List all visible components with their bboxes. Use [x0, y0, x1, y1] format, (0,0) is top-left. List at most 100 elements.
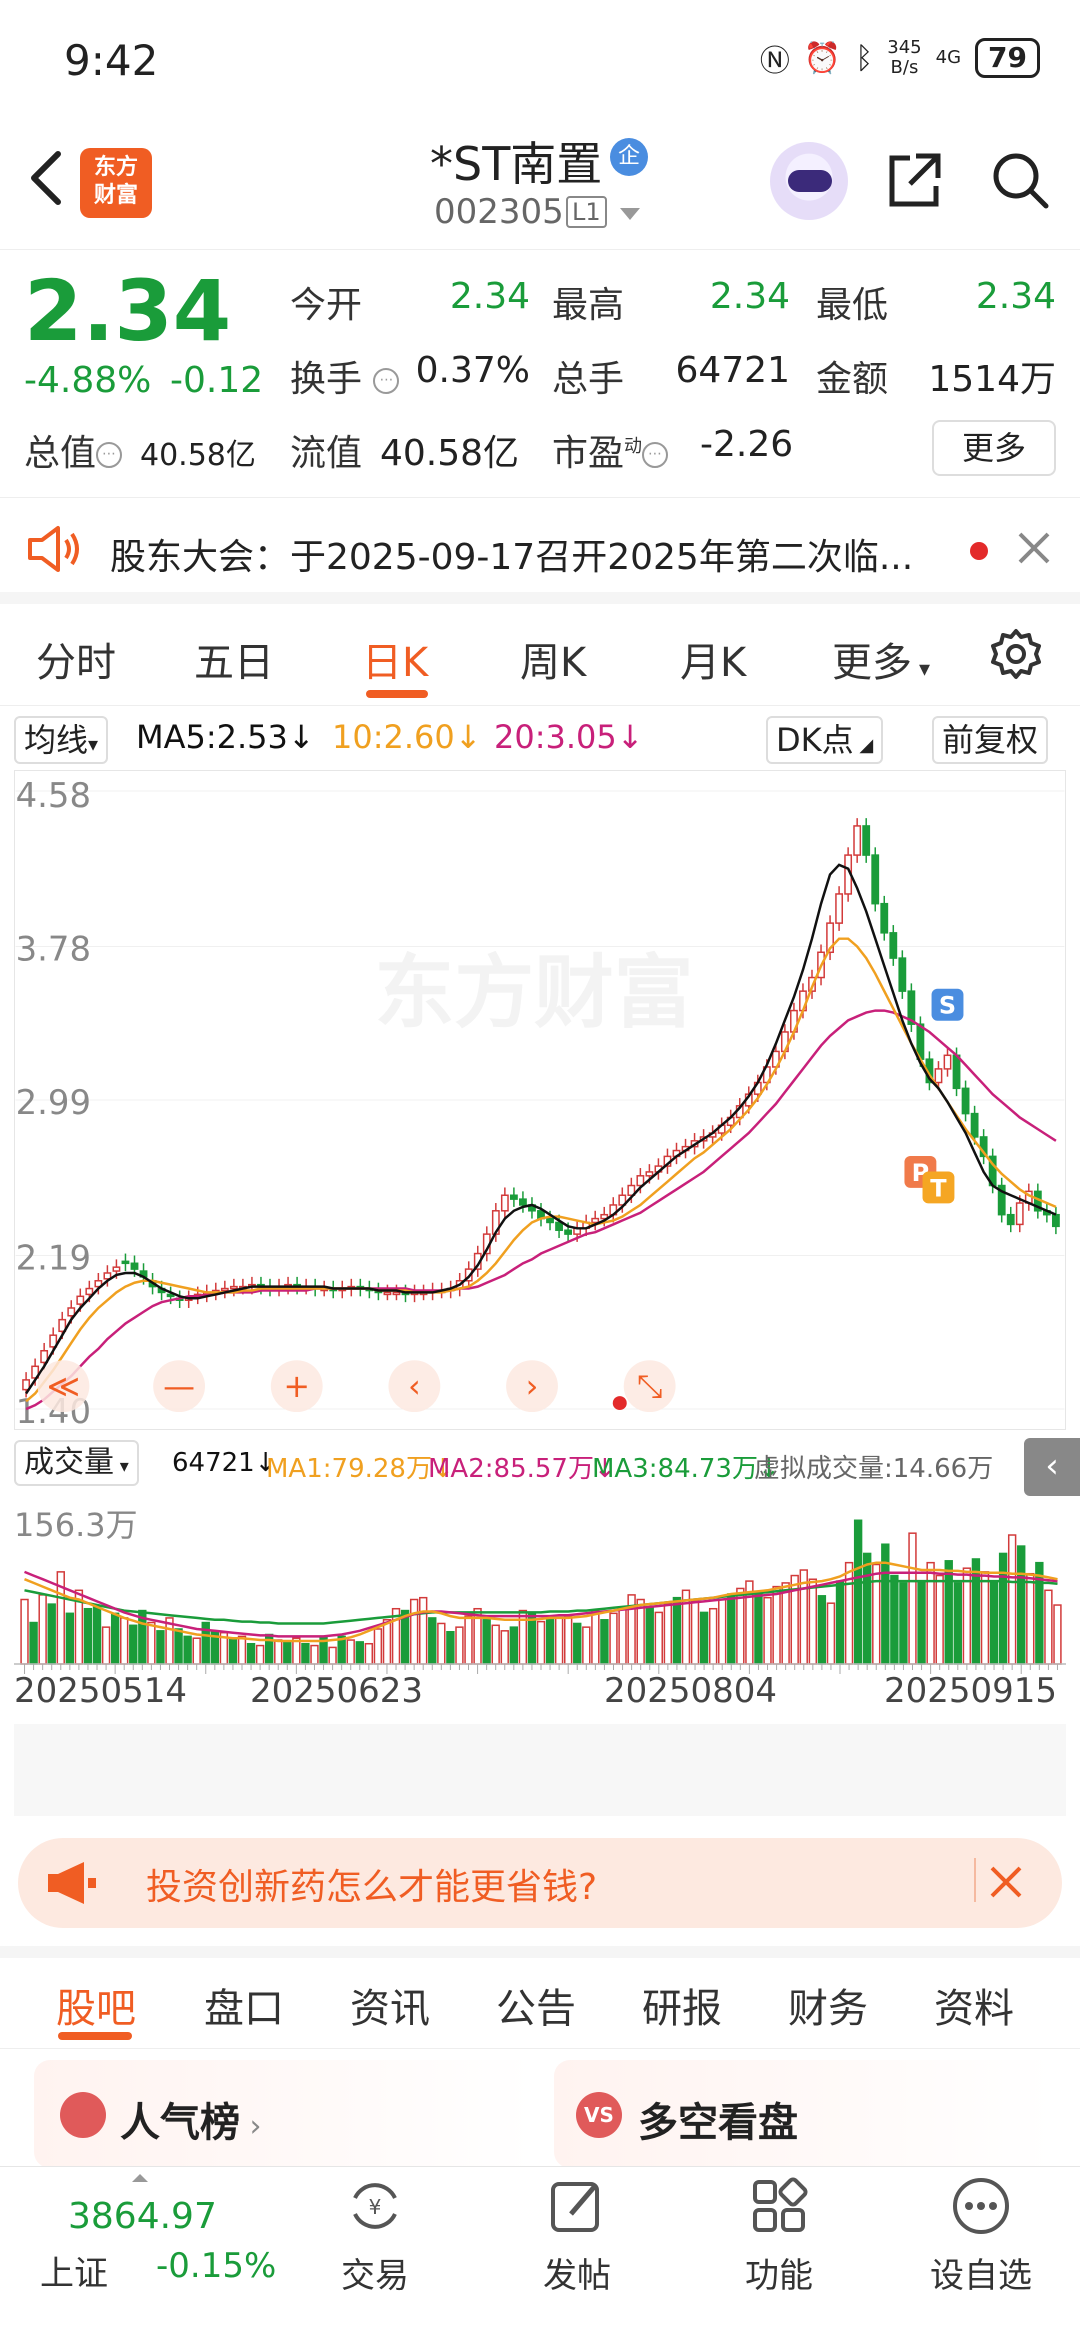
- tab-announcements[interactable]: 公告: [496, 1976, 576, 2034]
- popular-card[interactable]: [34, 2060, 534, 2168]
- volume-value: 64721: [675, 350, 790, 391]
- tab-research[interactable]: 研报: [642, 1976, 722, 2034]
- volume-selector[interactable]: 成交量 ▾: [14, 1440, 139, 1486]
- candle: [392, 1291, 401, 1296]
- ma-selector[interactable]: 均线▾: [14, 716, 109, 764]
- chevron-up-icon[interactable]: [132, 2174, 148, 2182]
- volume-bar: [727, 1593, 736, 1665]
- volume-bar: [491, 1624, 500, 1665]
- tab-daily-k[interactable]: 日K: [362, 630, 428, 688]
- volume-bar: [872, 1563, 881, 1665]
- volume-bar: [228, 1637, 238, 1665]
- nav-functions-label: 功能: [745, 2256, 813, 2296]
- more-button[interactable]: 更多: [932, 420, 1056, 476]
- volume-bar: [310, 1644, 319, 1665]
- volume-chart[interactable]: 156.3万 20250514 20250623 20250804 20250915: [14, 1496, 1066, 1816]
- info-icon[interactable]: ⋯: [642, 442, 669, 468]
- share-icon[interactable]: [886, 150, 942, 210]
- low-value: 2.34: [975, 276, 1056, 317]
- tab-finance[interactable]: 财务: [788, 1976, 868, 2034]
- volume-bar: [120, 1617, 129, 1665]
- robot-face: [788, 170, 832, 192]
- volume-bar: [328, 1646, 337, 1665]
- scroll-start-icon[interactable]: ≪: [47, 1367, 80, 1405]
- app-logo: 东方 财富: [80, 148, 152, 218]
- tab-guba[interactable]: 股吧: [56, 1976, 136, 2034]
- volume-bar: [763, 1596, 772, 1665]
- volume-bar: [500, 1630, 509, 1665]
- tab-weekly-k[interactable]: 周K: [520, 630, 586, 688]
- index-change[interactable]: -0.15%: [156, 2246, 276, 2286]
- battery-icon: 79: [975, 38, 1040, 78]
- tab-pankou[interactable]: 盘口: [204, 1976, 284, 2034]
- longshort-card[interactable]: [554, 2060, 1054, 2168]
- zoom-out-icon[interactable]: —: [163, 1367, 195, 1405]
- popular-title[interactable]: 人气榜 ›: [120, 2090, 262, 2148]
- fullscreen-icon[interactable]: ⤡: [637, 1367, 663, 1405]
- volume-bar: [808, 1578, 818, 1665]
- amount-value: 1514万: [928, 359, 1056, 400]
- volume-bar: [373, 1628, 383, 1665]
- y-tick-label: 2.19: [16, 1238, 91, 1277]
- turnover-value: 0.37%: [415, 350, 530, 391]
- collapse-panel-icon[interactable]: ‹: [1024, 1438, 1080, 1496]
- volume-bar: [274, 1639, 283, 1665]
- dk-point-button[interactable]: DK点 ◢: [766, 716, 884, 764]
- low-label: 最低: [816, 285, 889, 326]
- candle: [509, 1194, 518, 1200]
- candle: [835, 893, 844, 924]
- tab-news[interactable]: 资讯: [350, 1976, 430, 2034]
- megaphone-icon: [48, 1862, 96, 1904]
- promo-text[interactable]: 投资创新药怎么才能更省钱?: [146, 1858, 597, 1910]
- close-icon[interactable]: [1016, 530, 1052, 566]
- search-icon[interactable]: [990, 150, 1050, 210]
- volume-bar: [573, 1622, 582, 1665]
- longshort-title[interactable]: 多空看盘: [638, 2090, 798, 2148]
- info-icon[interactable]: ⋯: [96, 442, 123, 468]
- nav-trade[interactable]: ¥ 交易: [300, 2174, 450, 2297]
- candle: [880, 902, 889, 934]
- nav-functions[interactable]: 功能: [704, 2174, 854, 2297]
- level-badge[interactable]: L1: [566, 196, 607, 228]
- volume-bar: [47, 1603, 56, 1665]
- active-tab-indicator: [58, 2032, 132, 2040]
- turnover-label: 换手 ⋯: [290, 350, 400, 402]
- tab-five-day[interactable]: 五日: [194, 630, 274, 688]
- nav-post-label: 发帖: [543, 2256, 611, 2296]
- next-icon[interactable]: ›: [526, 1367, 539, 1405]
- nav-add-watchlist[interactable]: 设自选: [906, 2174, 1056, 2297]
- nav-post[interactable]: 发帖: [502, 2174, 652, 2297]
- candle: [934, 1068, 943, 1084]
- prev-icon[interactable]: ‹: [408, 1367, 421, 1405]
- tab-monthly-k[interactable]: 月K: [680, 630, 746, 688]
- info-icon[interactable]: ⋯: [373, 368, 400, 394]
- volume-bar: [409, 1598, 419, 1665]
- volume-bar: [83, 1607, 93, 1665]
- candle: [645, 1171, 654, 1177]
- candle: [1015, 1202, 1024, 1226]
- candle: [961, 1087, 970, 1115]
- t-marker-label: T: [930, 1174, 947, 1202]
- notice-text[interactable]: 股东大会：于2025-09-17召开2025年第二次临...: [110, 528, 960, 580]
- candle: [76, 1295, 85, 1305]
- volume-bar: [618, 1606, 627, 1665]
- candle: [853, 825, 862, 856]
- zoom-in-icon[interactable]: +: [283, 1367, 310, 1405]
- adjust-button[interactable]: 前复权: [932, 716, 1049, 764]
- tab-intraday[interactable]: 分时: [36, 630, 116, 688]
- high-label: 最高: [552, 285, 625, 326]
- tab-more[interactable]: 更多 ▾: [832, 630, 930, 688]
- volume-bar: [980, 1571, 990, 1665]
- chevron-down-icon[interactable]: [620, 208, 640, 220]
- close-icon[interactable]: [986, 1862, 1026, 1902]
- ma5-line: [25, 863, 1057, 1395]
- candle: [889, 932, 898, 959]
- back-icon[interactable]: [26, 148, 66, 208]
- index-name[interactable]: 上证: [40, 2246, 108, 2295]
- gear-icon[interactable]: [990, 628, 1042, 680]
- tab-profile[interactable]: 资料: [934, 1976, 1014, 2034]
- volume-bar: [283, 1641, 292, 1665]
- candlestick-chart[interactable]: 4.583.782.992.191.40东方财富 SPT≪ — + ‹ › ⤡: [14, 770, 1066, 1430]
- index-value[interactable]: 3864.97: [68, 2196, 217, 2237]
- float-value: 40.58亿: [380, 433, 520, 474]
